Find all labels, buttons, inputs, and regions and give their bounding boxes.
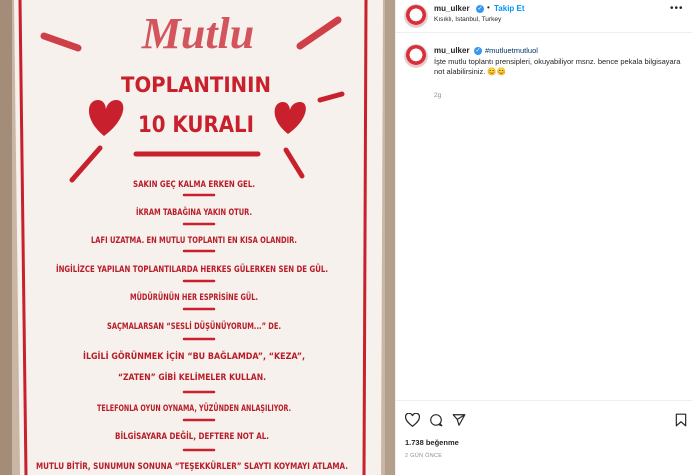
caption-time: 2g: [434, 92, 442, 99]
action-bar: 1.738 beğenme 2 GÜN ÖNCE: [396, 400, 692, 475]
caption-text: İşte mutlu toplantı prensipleri, okuyabi…: [434, 57, 681, 76]
post-side-panel: mu_ulker ✓ • Takip Et Kısıklı, Istanbul,…: [395, 0, 692, 475]
follow-button[interactable]: Takip Et: [494, 4, 525, 13]
share-icon[interactable]: [452, 413, 466, 427]
more-icon[interactable]: •••: [670, 3, 684, 14]
username-link[interactable]: mu_ulker: [434, 4, 470, 13]
poster-rule: “ZATEN” GİBİ KELİMELER KULLAN.: [118, 372, 266, 383]
poster-rule: MUTLU BİTİR, SUNUMUN SONUNA “TEŞEKKÜRLER…: [36, 461, 348, 472]
poster-rule: TELEFONLA OYUN OYNAMA, YÜZÜNDEN ANLAŞILI…: [97, 403, 291, 414]
verified-icon: ✓: [476, 4, 484, 13]
comment-icon[interactable]: [429, 413, 443, 427]
poster-image: Mutlu TOPLANTININ 10 KURALI SAKIN GEÇ KA…: [0, 0, 395, 475]
separator-dot: •: [487, 3, 490, 12]
caption-hashtag[interactable]: #mutluetmutluol: [485, 46, 538, 55]
poster-rule: LAFI UZATMA. EN MUTLU TOPLANTI EN KISA O…: [91, 236, 297, 246]
poster-title-line2: 10 KURALI: [138, 113, 254, 138]
poster-logo: Mutlu: [141, 9, 255, 58]
post-header: mu_ulker ✓ • Takip Et Kısıklı, Istanbul,…: [396, 0, 692, 33]
bookmark-icon[interactable]: [675, 413, 687, 427]
poster-rule: SAKIN GEÇ KALMA ERKEN GEL.: [133, 180, 255, 190]
instagram-post: Mutlu TOPLANTININ 10 KURALI SAKIN GEÇ KA…: [0, 0, 692, 475]
poster-rule: MÜDÜRÜNÜN HER ESPRİSİNE GÜL.: [130, 292, 258, 303]
poster-rule: İNGİLİZCE YAPILAN TOPLANTILARDA HERKES G…: [56, 264, 328, 275]
poster-title-line1: TOPLANTININ: [121, 73, 271, 97]
poster-rule: BİLGİSAYARA DEĞİL, DEFTERE NOT AL.: [115, 430, 269, 442]
poster-rule: İLGİLİ GÖRÜNMEK İÇİN “BU BAĞLAMDA”, “KEZ…: [83, 350, 305, 362]
verified-icon: ✓: [474, 46, 482, 55]
post-photo[interactable]: Mutlu TOPLANTININ 10 KURALI SAKIN GEÇ KA…: [0, 0, 395, 475]
poster-rule: İKRAM TABAĞINA YAKIN OTUR.: [136, 206, 252, 218]
caption-username[interactable]: mu_ulker: [434, 46, 470, 55]
avatar[interactable]: [404, 4, 428, 28]
like-count[interactable]: 1.738 beğenme: [405, 438, 459, 447]
caption-avatar[interactable]: [404, 44, 428, 68]
heart-icon[interactable]: [405, 413, 420, 427]
poster-rule: SAÇMALARSAN “SESLİ DÜŞÜNÜYORUM...” DE.: [107, 321, 281, 332]
post-date: 2 GÜN ÖNCE: [405, 453, 443, 459]
location-link[interactable]: Kısıklı, Istanbul, Turkey: [434, 16, 501, 23]
